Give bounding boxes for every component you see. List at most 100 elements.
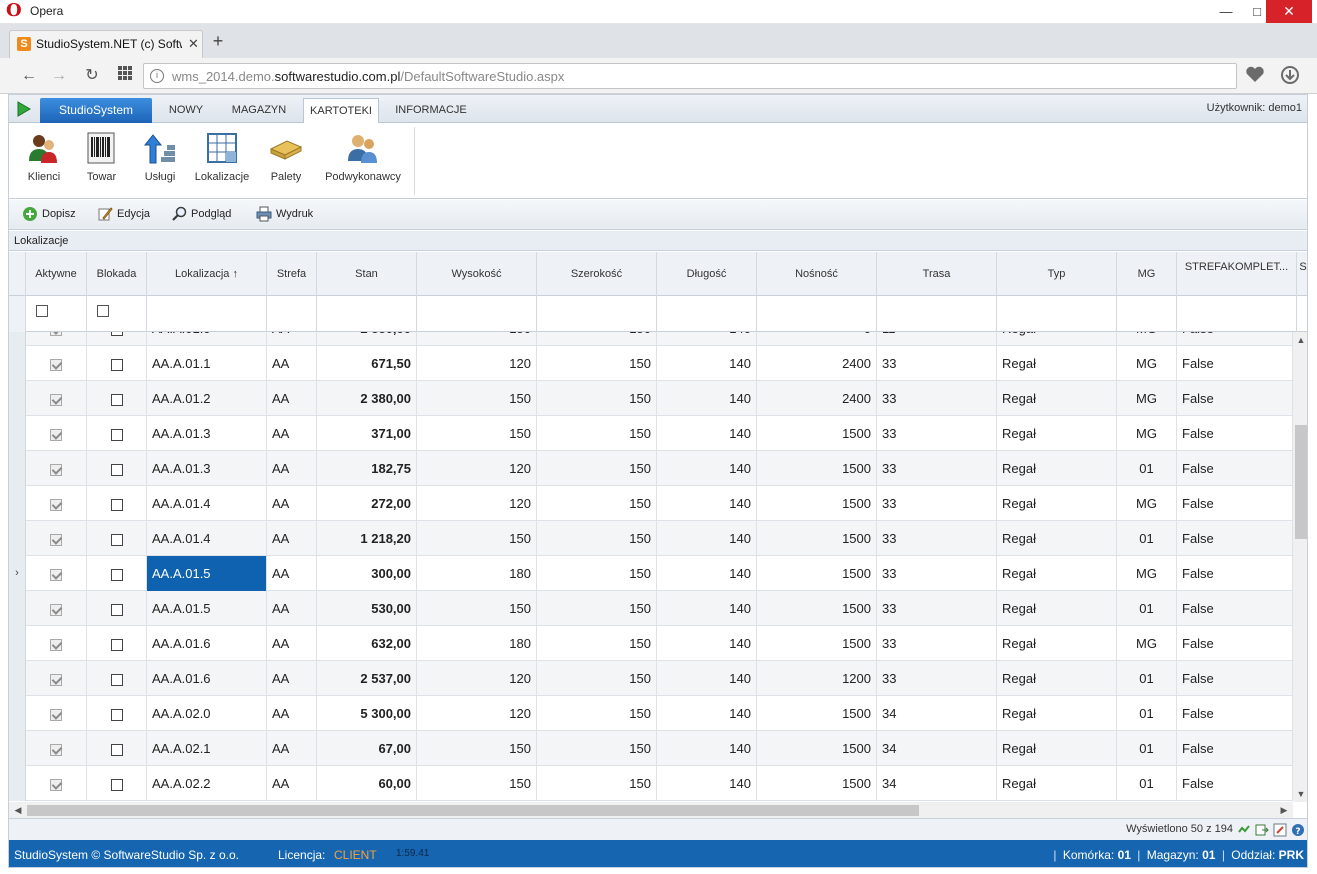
horizontal-scrollbar[interactable]: ◀ ▶	[9, 802, 1293, 818]
table-row[interactable]: AA.A.02.2 AA 60,00 150 150 140 1500 34 Regał 01 Fa…	[9, 766, 1293, 801]
aktywne-checkbox[interactable]	[50, 533, 62, 546]
reload-icon[interactable]: ↻	[81, 65, 103, 87]
cell-wysokosc[interactable]: 120	[417, 661, 537, 696]
cell-szerokosc[interactable]: 150	[537, 766, 657, 801]
cell-lokalizacja[interactable]: AA.A.01.6	[147, 626, 267, 661]
cell-typ[interactable]: Regał	[997, 381, 1117, 416]
cell-dlugosc[interactable]: 140	[657, 381, 757, 416]
row-indicator[interactable]	[9, 486, 26, 521]
cell-aktywne[interactable]	[26, 766, 87, 801]
blokada-checkbox[interactable]	[110, 463, 123, 476]
table-row[interactable]: AA.A.01.6 AA 632,00 180 150 140 1500 33 Regał MG F…	[9, 626, 1293, 661]
bookmark-heart-icon[interactable]	[1240, 63, 1270, 87]
cell-nosnosc[interactable]: 1500	[757, 556, 877, 591]
cell-nosnosc[interactable]: 0	[757, 332, 877, 346]
table-row[interactable]: AA.A.01.5 AA 530,00 150 150 140 1500 33 Regał 01 F…	[9, 591, 1293, 626]
cell-szerokosc[interactable]: 150	[537, 556, 657, 591]
filter-stan[interactable]	[317, 296, 417, 332]
cell-dlugosc[interactable]: 140	[657, 451, 757, 486]
table-row[interactable]: AA.A.01.6 AA 2 537,00 120 150 140 1200 33 Regał 0…	[9, 661, 1293, 696]
column-header-strefa[interactable]: Strefa	[267, 252, 317, 296]
aktywne-checkbox[interactable]	[50, 332, 62, 336]
table-row[interactable]: AA.A.01.3 AA 182,75 120 150 140 1500 33 Regał 01 F…	[9, 451, 1293, 486]
cell-strefa[interactable]: AA	[267, 346, 317, 381]
cell-strefa[interactable]: AA	[267, 416, 317, 451]
play-icon[interactable]	[16, 101, 32, 117]
cell-wysokosc[interactable]: 120	[417, 346, 537, 381]
column-header-trasa[interactable]: Trasa	[877, 252, 997, 296]
table-row[interactable]: AA.A.01.3 AA 371,00 150 150 140 1500 33 Regał MG F…	[9, 416, 1293, 451]
cell-komplet[interactable]: False	[1177, 346, 1293, 381]
cell-mg[interactable]: MG	[1117, 346, 1177, 381]
aktywne-checkbox[interactable]	[50, 638, 62, 651]
table-row[interactable]: AA.A.01.1 AA 671,50 120 150 140 2400 33 Regał MG F…	[9, 346, 1293, 381]
cell-aktywne[interactable]	[26, 591, 87, 626]
cell-dlugosc[interactable]: 140	[657, 521, 757, 556]
blokada-checkbox[interactable]	[110, 603, 123, 616]
cell-nosnosc[interactable]: 2400	[757, 346, 877, 381]
ribbon-klienci-button[interactable]: Klienci	[19, 123, 69, 199]
cell-aktywne[interactable]	[26, 416, 87, 451]
cell-komplet[interactable]: False	[1177, 626, 1293, 661]
cell-dlugosc[interactable]: 140	[657, 486, 757, 521]
row-indicator[interactable]	[9, 521, 26, 556]
cell-trasa[interactable]: 33	[877, 486, 997, 521]
cell-wysokosc[interactable]: 150	[417, 381, 537, 416]
cell-strefa[interactable]: AA	[267, 696, 317, 731]
cell-mg[interactable]: MG	[1117, 381, 1177, 416]
cell-nosnosc[interactable]: 1500	[757, 696, 877, 731]
cell-typ[interactable]: Regał	[997, 451, 1117, 486]
column-header-s[interactable]: S	[1297, 252, 1307, 296]
cell-aktywne[interactable]	[26, 521, 87, 556]
aktywne-checkbox[interactable]	[50, 708, 62, 721]
cell-blokada[interactable]	[87, 416, 147, 451]
cell-wysokosc[interactable]: 150	[417, 766, 537, 801]
table-row[interactable]: AA.A.02.0 AA 5 300,00 120 150 140 1500 34 Regał 0…	[9, 696, 1293, 731]
cell-trasa[interactable]: 33	[877, 451, 997, 486]
cell-blokada[interactable]	[87, 486, 147, 521]
cell-szerokosc[interactable]: 150	[537, 451, 657, 486]
scroll-left-arrow-icon[interactable]: ◀	[11, 802, 25, 818]
add-record-button[interactable]: Dopisz	[22, 206, 76, 224]
cell-typ[interactable]: Regał	[997, 591, 1117, 626]
download-icon[interactable]	[1275, 63, 1305, 87]
address-bar[interactable]: i wms_2014.demo.softwarestudio.com.pl/De…	[143, 63, 1237, 89]
cell-typ[interactable]: Regał	[997, 626, 1117, 661]
opera-logo-icon[interactable]: O	[6, 1, 24, 21]
cell-szerokosc[interactable]: 150	[537, 731, 657, 766]
cell-aktywne[interactable]	[26, 486, 87, 521]
blokada-checkbox[interactable]	[110, 358, 123, 371]
close-tab-icon[interactable]: ✕	[188, 36, 199, 52]
aktywne-checkbox[interactable]	[50, 358, 62, 371]
security-info-icon[interactable]: i	[150, 69, 164, 83]
cell-lokalizacja[interactable]: AA.A.01.3	[147, 451, 267, 486]
cell-mg[interactable]: 01	[1117, 451, 1177, 486]
cell-aktywne[interactable]	[26, 556, 87, 591]
row-indicator[interactable]	[9, 661, 26, 696]
column-header-dlugosc[interactable]: Długość	[657, 252, 757, 296]
cell-blokada[interactable]	[87, 591, 147, 626]
filter-aktywne[interactable]	[26, 296, 87, 332]
cell-wysokosc[interactable]: 120	[417, 696, 537, 731]
filter-typ[interactable]	[997, 296, 1117, 332]
row-indicator[interactable]	[9, 346, 26, 381]
cell-trasa[interactable]: 34	[877, 731, 997, 766]
cell-aktywne[interactable]	[26, 661, 87, 696]
new-tab-button[interactable]: +	[208, 31, 228, 52]
cell-wysokosc[interactable]: 150	[417, 332, 537, 346]
ribbon-uslugi-button[interactable]: Usługi	[137, 123, 183, 199]
column-header-szerokosc[interactable]: Szerokość	[537, 252, 657, 296]
table-row[interactable]: AA.A.01.4 AA 272,00 120 150 140 1500 33 Regał MG F…	[9, 486, 1293, 521]
cell-strefa[interactable]: AA	[267, 521, 317, 556]
blokada-checkbox[interactable]	[110, 533, 123, 546]
cell-typ[interactable]: Regał	[997, 521, 1117, 556]
ribbon-towar-button[interactable]: Towar	[79, 123, 124, 199]
filter-s[interactable]	[1297, 296, 1307, 332]
cell-mg[interactable]: MG	[1117, 332, 1177, 346]
current-row-indicator-icon[interactable]: ›	[9, 556, 26, 591]
aktywne-checkbox[interactable]	[50, 498, 62, 511]
table-row[interactable]: AA.A.01.2 AA 2 380,00 150 150 140 2400 33 Regał M…	[9, 381, 1293, 416]
cell-stan[interactable]: 1 218,20	[317, 521, 417, 556]
cell-mg[interactable]: 01	[1117, 591, 1177, 626]
print-button[interactable]: Wydruk	[256, 206, 313, 224]
